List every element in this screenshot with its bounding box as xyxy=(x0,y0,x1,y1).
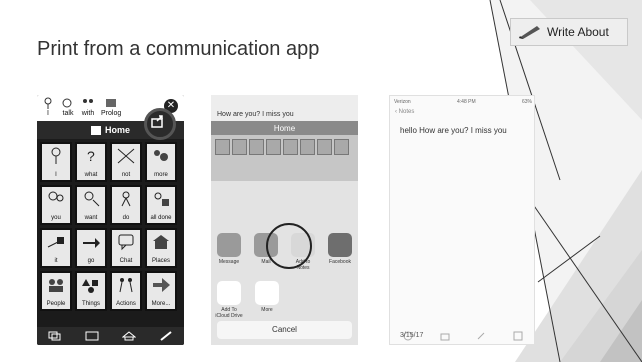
home-icon[interactable] xyxy=(121,331,136,341)
home-label: Home xyxy=(273,123,296,133)
share-option-icloud[interactable]: Add To iCloud Drive xyxy=(215,281,243,319)
you-symbol-icon xyxy=(48,191,64,202)
symbol-cell xyxy=(232,139,247,155)
time-text: 4:48 PM xyxy=(457,99,476,105)
people-symbol-icon xyxy=(49,279,63,292)
with-symbol-icon xyxy=(83,99,93,103)
symbol-cell[interactable]: Things xyxy=(75,271,107,311)
message-bar: How are you? I miss you xyxy=(211,95,358,121)
home-bar: Home xyxy=(211,121,358,135)
logo-text: Write About xyxy=(547,25,609,39)
sketch-icon[interactable] xyxy=(476,331,486,341)
notes-screen: Verizon 4:48 PM 63% ‹ Notes hello How ar… xyxy=(389,95,535,345)
communication-app-screen: I talk with Prolog ✕ Home I ? what not mo… xyxy=(37,95,184,345)
symbol-cell[interactable]: more xyxy=(145,142,177,182)
home-label: Home xyxy=(104,125,130,135)
message-word: Prolog xyxy=(101,97,121,117)
person-symbol-icon xyxy=(51,147,61,164)
share-option-more[interactable]: More xyxy=(253,281,281,319)
do-symbol-icon xyxy=(121,191,131,207)
symbol-cell[interactable]: not xyxy=(110,142,142,182)
share-option-facebook[interactable]: Facebook xyxy=(326,233,354,271)
question-symbol-icon: ? xyxy=(87,148,95,164)
share-button[interactable] xyxy=(144,108,176,140)
slide: Print from a communication app Write Abo… xyxy=(0,0,642,362)
more-arrow-icon xyxy=(153,278,170,292)
symbol-cell[interactable]: People xyxy=(40,271,72,311)
symbol-cell[interactable]: it xyxy=(40,228,72,268)
symbol-cell[interactable]: you xyxy=(40,185,72,225)
slide-title: Print from a communication app xyxy=(37,38,320,60)
share-sheet: Message Mail Add to Notes Facebook Add T… xyxy=(211,181,358,345)
prolog-symbol-icon xyxy=(106,99,117,107)
svg-text:?: ? xyxy=(87,148,95,164)
symbol-cell[interactable]: Chat xyxy=(110,228,142,268)
symbol-cell xyxy=(300,139,315,155)
person-symbol-icon xyxy=(44,97,52,109)
symbol-cell[interactable]: ? what xyxy=(75,142,107,182)
pencil-icon[interactable] xyxy=(159,331,173,341)
message-text: How are you? I miss you xyxy=(217,111,294,118)
message-word: talk xyxy=(61,97,75,117)
symbol-cell xyxy=(249,139,264,155)
date-label: 3/15/17 xyxy=(400,332,424,339)
all-done-symbol-icon xyxy=(154,192,169,206)
chat-symbol-icon xyxy=(118,234,134,251)
symbol-cell xyxy=(283,139,298,155)
more-symbol-icon xyxy=(154,150,168,161)
write-about-logo: Write About xyxy=(510,18,628,46)
symbol-cell[interactable]: Places xyxy=(145,228,177,268)
symbol-cell[interactable]: More... xyxy=(145,271,177,311)
talk-symbol-icon xyxy=(62,98,72,108)
share-icon xyxy=(151,115,163,128)
compose-icon[interactable] xyxy=(513,331,523,341)
want-symbol-icon xyxy=(84,191,100,207)
it-symbol-icon xyxy=(47,237,64,248)
carrier-text: Verizon xyxy=(394,99,411,105)
symbol-cell[interactable]: Actions xyxy=(110,271,142,311)
symbol-cell[interactable]: want xyxy=(75,185,107,225)
symbol-cell[interactable]: go xyxy=(75,228,107,268)
symbol-cell xyxy=(266,139,281,155)
back-to-notes-link[interactable]: ‹ Notes xyxy=(395,109,414,115)
symbol-grid: I ? what not more you want do all done it… xyxy=(40,142,181,311)
share-option-message[interactable]: Message xyxy=(215,233,243,271)
pencil-hand-icon xyxy=(519,26,540,39)
airdrop-panel xyxy=(215,189,354,219)
more-options: Add To iCloud Drive More xyxy=(215,281,281,319)
places-symbol-icon xyxy=(153,235,169,249)
keyboard-icon[interactable] xyxy=(85,331,99,341)
not-symbol-icon xyxy=(117,148,135,164)
battery-text: 63% xyxy=(521,99,532,105)
actions-symbol-icon xyxy=(119,278,133,293)
go-symbol-icon xyxy=(83,238,100,248)
copy-icon[interactable] xyxy=(48,331,62,341)
symbol-cell[interactable]: do xyxy=(110,185,142,225)
message-word: with xyxy=(81,97,95,117)
symbol-cell[interactable]: all done xyxy=(145,185,177,225)
highlight-circle xyxy=(266,223,312,269)
status-bar: Verizon 4:48 PM 63% xyxy=(394,99,532,105)
cancel-button[interactable]: Cancel xyxy=(217,321,352,339)
symbol-cell xyxy=(317,139,332,155)
symbol-cell xyxy=(334,139,349,155)
home-icon xyxy=(90,125,101,135)
bottom-toolbar xyxy=(37,327,184,345)
camera-icon[interactable] xyxy=(440,331,450,341)
message-word: I xyxy=(41,97,55,117)
symbol-cell[interactable]: I xyxy=(40,142,72,182)
things-symbol-icon xyxy=(82,279,98,293)
note-body[interactable]: hello How are you? I miss you xyxy=(400,126,507,135)
symbol-cell xyxy=(215,139,230,155)
share-sheet-screen: How are you? I miss you Home Message Mai… xyxy=(211,95,358,345)
